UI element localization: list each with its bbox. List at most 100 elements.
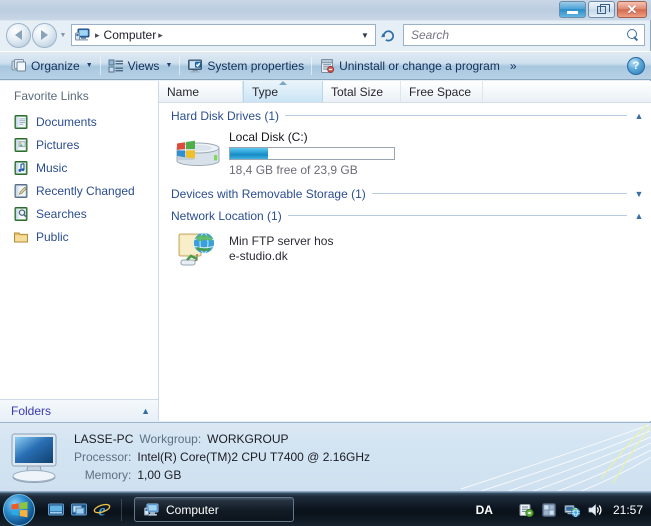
virtual-machine-icon[interactable] bbox=[541, 502, 557, 518]
hard-disk-icon bbox=[173, 128, 221, 170]
recent-pages-button[interactable]: ▼ bbox=[57, 32, 69, 39]
switch-windows-icon[interactable] bbox=[70, 501, 88, 519]
details-computer-row: LASSE-PC Workgroup: WORKGROUP bbox=[74, 432, 370, 446]
sidebar-item-searches[interactable]: Searches bbox=[0, 202, 158, 225]
language-indicator[interactable]: DA bbox=[476, 503, 493, 517]
chevron-up-icon: ▲ bbox=[141, 405, 150, 416]
drive-name: Local Disk (C:) bbox=[229, 130, 308, 144]
address-bar: ▼ ▸ Computer ▸ ▼ Search bbox=[0, 20, 651, 50]
group-header-removable-storage[interactable]: Devices with Removable Storage (1) ▼ bbox=[171, 185, 645, 202]
group-title: Devices with Removable Storage (1) bbox=[171, 186, 366, 201]
favorite-links-list: Favorite Links Documents Pictures Music … bbox=[0, 81, 158, 399]
group-header-network-location[interactable]: Network Location (1) ▲ bbox=[171, 207, 645, 224]
workgroup-label: Workgroup: bbox=[139, 432, 202, 446]
column-header-label: Free Space bbox=[409, 84, 472, 99]
ftp-server-icon bbox=[177, 230, 221, 272]
processor-label: Processor: bbox=[74, 450, 132, 464]
restore-icon bbox=[597, 3, 610, 14]
sidebar-item-public[interactable]: Public bbox=[0, 225, 158, 248]
start-button[interactable] bbox=[3, 493, 35, 526]
column-header-name[interactable]: Name bbox=[159, 81, 243, 102]
taskbar-button-label: Computer bbox=[166, 502, 219, 517]
toolbar-separator-2 bbox=[179, 56, 181, 75]
sidebar-item-recently-changed[interactable]: Recently Changed bbox=[0, 179, 158, 202]
toolbar-overflow-button[interactable]: » bbox=[505, 55, 522, 77]
refresh-button[interactable] bbox=[377, 24, 399, 46]
sidebar-item-pictures[interactable]: Pictures bbox=[0, 133, 158, 156]
column-header-free-space[interactable]: Free Space bbox=[401, 81, 483, 102]
navigation-pane: Favorite Links Documents Pictures Music … bbox=[0, 81, 158, 421]
folders-pane-toggle[interactable]: Folders ▲ bbox=[0, 399, 158, 421]
search-icon bbox=[627, 28, 640, 42]
forward-arrow-icon bbox=[41, 30, 48, 40]
breadcrumb-computer[interactable]: Computer bbox=[104, 28, 157, 42]
computer-icon bbox=[144, 502, 160, 518]
drive-capacity-text: 18,4 GB free of 23,9 GB bbox=[229, 163, 358, 177]
clock[interactable]: 21:57 bbox=[613, 503, 643, 517]
help-button[interactable]: ? bbox=[627, 56, 645, 75]
chevron-down-icon[interactable]: ▼ bbox=[633, 189, 645, 199]
taskbar-separator bbox=[121, 498, 122, 521]
list-item-local-disk[interactable]: Local Disk (C:) 18,4 GB free of 23,9 GB bbox=[159, 124, 651, 177]
screen: ✕ ▼ ▸ Computer ▸ ▼ Search Organize ▼ Vie… bbox=[0, 0, 651, 526]
window-controls: ✕ bbox=[559, 1, 647, 18]
favorite-links-header: Favorite Links bbox=[14, 89, 89, 103]
volume-icon[interactable] bbox=[587, 502, 603, 518]
column-header-type[interactable]: Type bbox=[243, 81, 323, 102]
memory-label: Memory: bbox=[84, 468, 132, 482]
sidebar-item-label: Documents bbox=[36, 114, 97, 129]
sidebar-item-documents[interactable]: Documents bbox=[0, 110, 158, 133]
music-icon bbox=[13, 160, 29, 176]
list-item-ftp-server[interactable]: Min FTP server hos e-studio.dk bbox=[159, 224, 651, 272]
system-properties-label: System properties bbox=[207, 58, 305, 73]
sidebar-item-label: Music bbox=[36, 160, 68, 175]
column-header-filler bbox=[483, 81, 651, 102]
taskbar-button-computer[interactable]: Computer bbox=[134, 497, 294, 522]
sidebar-item-music[interactable]: Music bbox=[0, 156, 158, 179]
system-properties-button[interactable]: System properties bbox=[182, 55, 309, 77]
sidebar-item-label: Recently Changed bbox=[36, 183, 135, 198]
minimize-button[interactable] bbox=[559, 1, 586, 18]
group-rule bbox=[371, 193, 627, 194]
maximize-button[interactable] bbox=[588, 1, 615, 18]
network-location-line1: Min FTP server hos bbox=[229, 234, 334, 248]
title-bar: ✕ bbox=[0, 0, 651, 20]
nvidia-icon[interactable] bbox=[518, 502, 534, 518]
system-properties-icon bbox=[187, 58, 203, 74]
decorative-rays bbox=[460, 423, 651, 491]
breadcrumb-separator-1: ▸ bbox=[95, 29, 100, 40]
column-header-total-size[interactable]: Total Size bbox=[323, 81, 401, 102]
chevron-up-icon[interactable]: ▲ bbox=[633, 211, 645, 221]
column-header-label: Name bbox=[167, 84, 200, 99]
breadcrumb-separator-2[interactable]: ▸ bbox=[158, 30, 163, 41]
breadcrumb[interactable]: ▸ Computer ▸ ▼ bbox=[71, 24, 376, 46]
group-header-hard-disk-drives[interactable]: Hard Disk Drives (1) ▲ bbox=[171, 107, 645, 124]
uninstall-program-button[interactable]: Uninstall or change a program bbox=[314, 55, 505, 77]
search-placeholder: Search bbox=[411, 28, 450, 42]
close-button[interactable]: ✕ bbox=[617, 1, 647, 18]
overflow-chevron-icon: » bbox=[509, 58, 517, 73]
chevron-up-icon[interactable]: ▲ bbox=[633, 111, 645, 121]
chevron-down-icon: ▼ bbox=[361, 30, 369, 40]
address-dropdown-button[interactable]: ▼ bbox=[357, 27, 373, 43]
documents-icon bbox=[13, 114, 29, 130]
show-desktop-icon[interactable] bbox=[47, 501, 65, 519]
network-icon[interactable] bbox=[564, 502, 581, 518]
toolbar-separator-1 bbox=[99, 56, 101, 75]
forward-button[interactable] bbox=[32, 22, 57, 48]
quick-launch-bar: e bbox=[47, 501, 111, 519]
views-button[interactable]: Views ▼ bbox=[103, 55, 178, 77]
back-button[interactable] bbox=[6, 22, 31, 48]
organize-button[interactable]: Organize ▼ bbox=[6, 55, 98, 77]
window-body: Favorite Links Documents Pictures Music … bbox=[0, 81, 651, 421]
group-rule bbox=[285, 115, 627, 116]
file-list-pane: Name Type Total Size Free Space Hard Dis… bbox=[159, 81, 651, 421]
search-input[interactable]: Search bbox=[403, 24, 645, 46]
public-folder-icon bbox=[13, 229, 29, 245]
recently-changed-icon bbox=[13, 183, 29, 199]
internet-explorer-icon[interactable]: e bbox=[93, 501, 111, 519]
memory-value: 1,00 GB bbox=[137, 468, 182, 482]
sidebar-item-label: Searches bbox=[36, 206, 87, 221]
organize-label: Organize bbox=[31, 58, 80, 73]
windows-logo-icon bbox=[11, 501, 27, 518]
